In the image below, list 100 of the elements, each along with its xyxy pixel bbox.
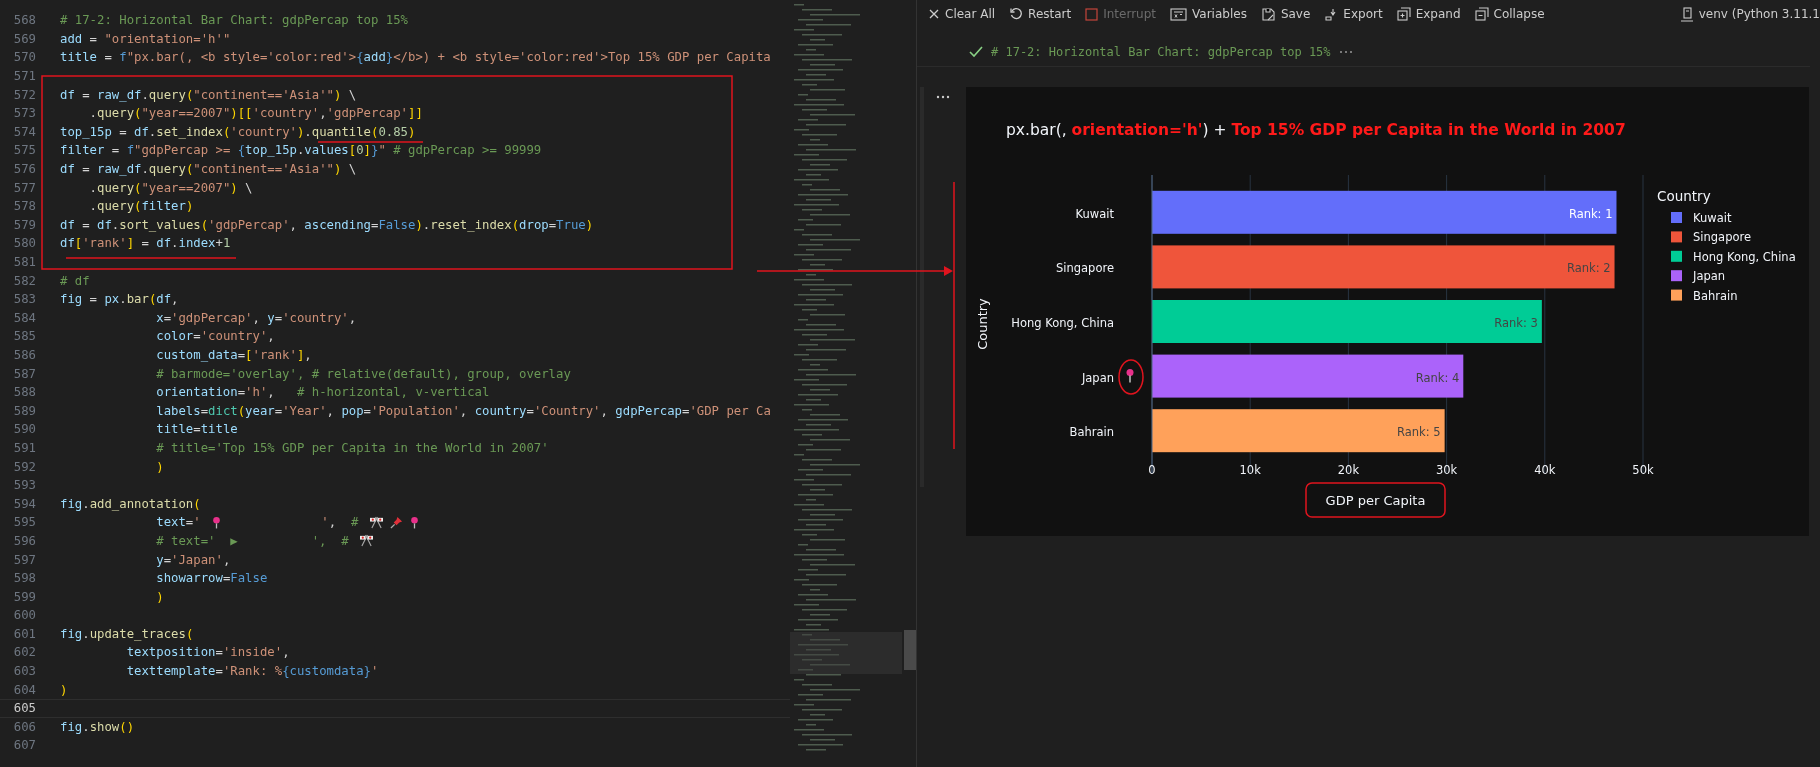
y-axis-title: Country [975, 298, 990, 350]
chart-title: px.bar(, orientation='h') + Top 15% GDP per Capita in the World in 2007 [1006, 121, 1626, 139]
line-number: 573 [12, 106, 36, 121]
category-label: Singapore [1055, 261, 1114, 276]
line-number: 597 [12, 552, 36, 567]
line-number: 587 [12, 366, 36, 381]
code-line: ) [60, 682, 68, 697]
line-number: 603 [12, 664, 36, 679]
toolbar-button[interactable]: Restart [1002, 7, 1079, 21]
line-number: 596 [12, 533, 36, 548]
category-label: Hong Kong, China [1011, 316, 1114, 330]
x-axis-title: GDP per Capita [1325, 493, 1426, 508]
line-number: 579 [12, 217, 36, 232]
code-line: top_15p = df.set_index('country').quantile(0.85) [60, 124, 416, 139]
code-line: custom_data=['rank'], [155, 348, 312, 362]
toolbar-button[interactable]: Save [1253, 6, 1318, 22]
line-number: 570 [12, 50, 36, 65]
axis-tick-label: 30k [1435, 463, 1458, 477]
category-label: Japan [1081, 370, 1114, 385]
line-number: 589 [12, 403, 36, 418]
code-line: df = raw_df.query("continent=='Asia'") \ [60, 87, 357, 102]
code-line: .query(filter) [88, 199, 194, 214]
line-number: 606 [12, 719, 36, 734]
line-number: 569 [12, 31, 36, 46]
toolbar-button[interactable]: Clear All [921, 7, 1003, 21]
code-line: orientation='h', # h-horizontal, v-vertical [155, 385, 490, 400]
axis-tick-label: 50k [1632, 463, 1654, 477]
axis-tick-label: 20k [1337, 463, 1360, 477]
code-line: df['rank'] = df.index+1 [60, 236, 231, 251]
line-number: 588 [12, 385, 36, 400]
line-number: 599 [12, 589, 36, 604]
line-number: 598 [12, 571, 36, 586]
code-line: # 17-2: Horizontal Bar Chart: gdpPercap top 15% [60, 13, 408, 28]
line-number: 585 [12, 329, 36, 344]
code-line: showarrow=False [155, 571, 268, 586]
line-number: 594 [12, 496, 36, 511]
code-line: labels=dict(year='Year', pop='Population', country='Country', gdpPercap='GDP per Ca [155, 403, 771, 418]
code-line: ) [155, 589, 164, 604]
toolbar-button[interactable]: Expand [1389, 7, 1468, 21]
legend-label[interactable]: Hong Kong, China [1693, 249, 1796, 264]
code-line: filter = f"gdpPercap >= {top_15p.values[0]}" # gdpPercap >= 99999 [60, 143, 542, 158]
line-number: 574 [12, 124, 36, 139]
bar-value-label: Rank: 1 [1568, 206, 1613, 221]
code-line: x='gdpPercap', y='country', [155, 310, 357, 325]
line-number: 577 [12, 180, 36, 195]
code-line: text=' ', # [60, 515, 423, 530]
toolbar-button[interactable]: Collapse [1467, 7, 1552, 21]
bar-value-label: Rank: 3 [1494, 316, 1538, 330]
legend-label[interactable]: Singapore [1693, 230, 1752, 245]
line-number: 568 [12, 13, 36, 28]
axis-tick-label: 10k [1239, 463, 1261, 477]
axis-tick-label: 0 [1148, 463, 1156, 477]
bar-value-label: Rank: 5 [1397, 425, 1441, 440]
line-number: 591 [12, 440, 36, 455]
legend-label[interactable]: Kuwait [1693, 211, 1732, 225]
line-number: 601 [12, 626, 36, 641]
line-number: 580 [12, 236, 36, 251]
line-number: 593 [12, 478, 36, 493]
line-number: 576 [12, 162, 36, 177]
category-label: Kuwait [1075, 206, 1114, 221]
code-line: .query("year==2007") \ [88, 180, 253, 195]
bar-value-label: Rank: 4 [1415, 370, 1460, 385]
code-line: title = f"px.bar(, <b style='color:red'>{add}</b>) + <b style='color:red'>Top 15% GDP per Capita [60, 50, 771, 65]
toolbar-button[interactable]: Export [1317, 7, 1390, 21]
code-line: fig.show() [60, 719, 135, 734]
code-line: # text=' ▶ ', # [60, 533, 378, 548]
code-line: .query("year==2007")[['country','gdpPercap']] [88, 106, 423, 121]
legend-title: Country [1657, 188, 1711, 204]
code-line: fig.add_annotation( [60, 496, 201, 511]
code-line: color='country', [155, 329, 275, 344]
kernel-picker[interactable]: venv (Python 3.11.1 [1672, 6, 1820, 22]
line-number: 590 [12, 422, 36, 437]
code-line: ) [155, 459, 164, 474]
toolbar-button[interactable]: Variables [1163, 7, 1254, 21]
line-number: 607 [12, 738, 36, 753]
line-number: 581 [12, 255, 36, 269]
code-line: textposition='inside', [125, 645, 290, 660]
bar-value-label: Rank: 2 [1566, 261, 1611, 276]
line-number: 578 [12, 199, 36, 214]
code-line: y='Japan', [155, 552, 231, 567]
code-line: # barmode='overlay', # relative(default), group, overlay [155, 366, 571, 381]
code-line: # df [60, 273, 90, 288]
code-line: fig = px.bar(df, [60, 292, 179, 307]
line-number: 604 [12, 682, 36, 697]
line-number: 600 [12, 608, 36, 623]
line-number: 605 [12, 701, 36, 716]
line-number: 586 [12, 348, 36, 362]
line-number: 592 [12, 459, 36, 474]
legend-label[interactable]: Bahrain [1693, 288, 1738, 303]
line-number: 572 [12, 87, 36, 102]
code-line: # title='Top 15% GDP per Capita in the World in 2007' [155, 440, 549, 455]
line-number: 571 [12, 69, 36, 84]
code-line: df = df.sort_values('gdpPercap', ascending=False).reset_index(drop=True) [60, 217, 594, 232]
line-number: 584 [12, 310, 36, 325]
cell-code-preview[interactable]: # 17-2: Horizontal Bar Chart: gdpPercap top 15% [991, 45, 1331, 59]
axis-tick-label: 40k [1534, 463, 1556, 477]
legend-label[interactable]: Japan [1693, 269, 1726, 284]
line-number: 575 [12, 143, 36, 158]
line-number: 595 [12, 515, 36, 530]
line-number: 602 [12, 645, 36, 660]
